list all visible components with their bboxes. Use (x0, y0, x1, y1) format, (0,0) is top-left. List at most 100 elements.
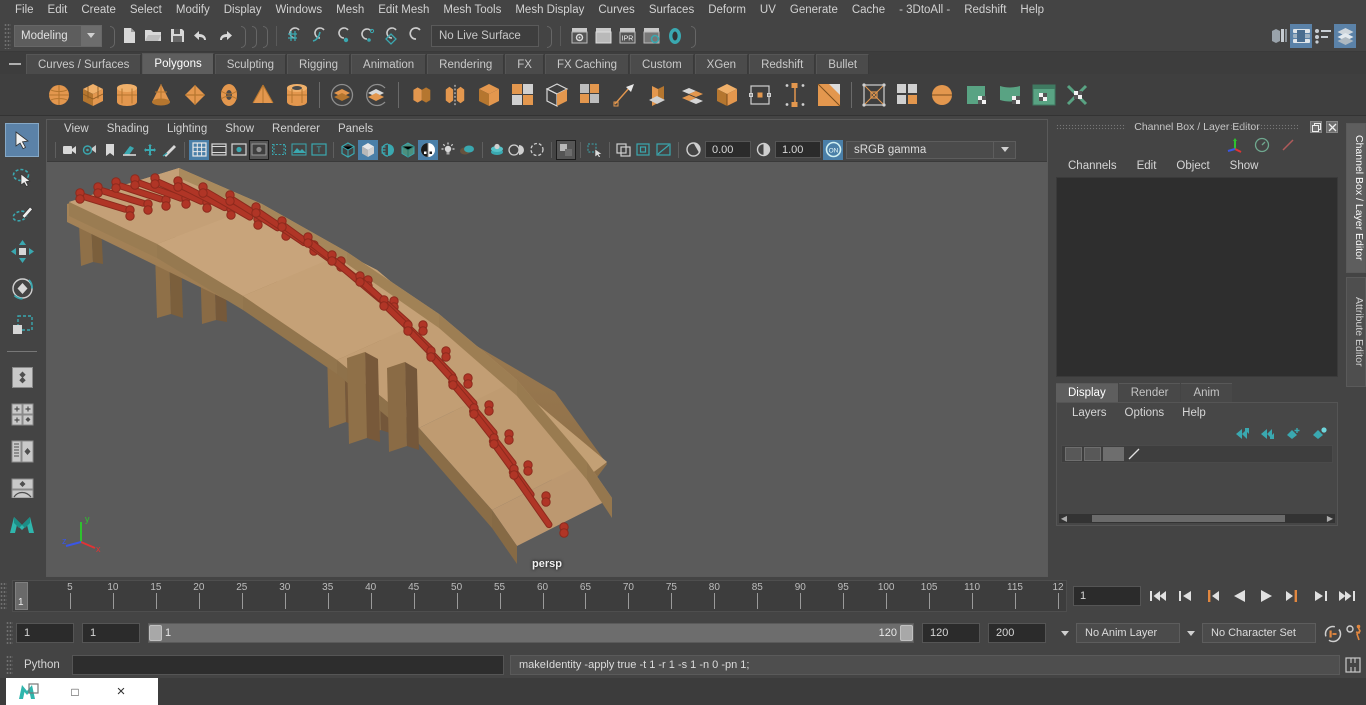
four-view-layout[interactable] (5, 397, 39, 431)
snap-to-curve-icon[interactable] (307, 24, 331, 48)
snap-to-view-plane-icon[interactable] (379, 24, 403, 48)
layer-playback-toggle[interactable] (1084, 447, 1101, 461)
menu-help[interactable]: Help (1013, 1, 1051, 19)
use-all-lights-icon[interactable] (438, 140, 458, 160)
insert-edge-loop-icon[interactable] (608, 78, 642, 112)
anim-layer-dropdown-arrow[interactable] (1054, 630, 1076, 636)
undock-panel-icon[interactable] (1310, 121, 1322, 133)
smooth-icon[interactable] (540, 78, 574, 112)
menu-set-selector[interactable]: Modeling (14, 24, 102, 47)
move-layer-down-icon[interactable] (1260, 427, 1275, 440)
layer-row[interactable] (1061, 445, 1333, 463)
open-scene-icon[interactable] (141, 24, 165, 48)
layer-editor-menu-options[interactable]: Options (1116, 407, 1174, 419)
layer-list-scrollbar[interactable]: ◀ ▶ (1059, 514, 1335, 523)
time-slider-track[interactable]: 1 5 10 15 20 25 30 35 40 45 50 55 60 65 70 75 80 85 90 95 1… (12, 580, 1067, 612)
app-icon[interactable] (6, 678, 52, 705)
xray-toggle-icon[interactable]: T (309, 140, 329, 160)
separate-icon[interactable] (438, 78, 472, 112)
paint-select-tool[interactable] (5, 197, 39, 231)
anim-layer-field[interactable]: No Anim Layer (1076, 623, 1180, 643)
exposure-adjust-icon[interactable] (683, 140, 703, 160)
polygon-pyramid-icon[interactable] (246, 78, 280, 112)
slash-icon[interactable] (1280, 137, 1296, 153)
offset-edge-loop-icon[interactable] (642, 78, 676, 112)
layer-editor-tab-anim[interactable]: Anim (1181, 383, 1232, 402)
lasso-select-tool[interactable] (5, 160, 39, 194)
menu-mesh-tools[interactable]: Mesh Tools (436, 1, 508, 19)
viewport-menu-panels[interactable]: Panels (329, 123, 382, 135)
shelf-tab-rigging[interactable]: Rigging (287, 54, 351, 74)
menu-file[interactable]: File (8, 1, 41, 19)
extrude-icon[interactable] (472, 78, 506, 112)
go-to-end-icon[interactable] (1336, 585, 1358, 607)
image-plane-icon[interactable] (120, 140, 140, 160)
command-input-field[interactable] (72, 655, 504, 675)
scale-tool[interactable] (5, 308, 39, 342)
isolate-select-icon[interactable] (585, 140, 605, 160)
command-line-drag-handle[interactable] (6, 655, 13, 675)
step-back-keyframe-icon[interactable] (1174, 585, 1196, 607)
redo-icon[interactable] (213, 24, 237, 48)
rotate-tool[interactable] (5, 271, 39, 305)
live-surface-field[interactable]: No Live Surface (431, 24, 539, 47)
motion-blur-icon[interactable] (507, 140, 527, 160)
shadows-icon[interactable] (458, 140, 478, 160)
play-forwards-icon[interactable] (1255, 585, 1277, 607)
uv-planar-map-icon[interactable] (857, 78, 891, 112)
save-scene-icon[interactable] (165, 24, 189, 48)
close-panel-icon[interactable] (1326, 121, 1338, 133)
multisample-aa-icon[interactable] (527, 140, 547, 160)
step-back-frame-icon[interactable] (1201, 585, 1223, 607)
snap-to-projected-center-icon[interactable] (355, 24, 379, 48)
viewport-3d-canvas[interactable]: y x z persp (47, 162, 1047, 576)
dock-tab-attribute-editor[interactable]: Attribute Editor (1346, 277, 1366, 387)
animation-end-field[interactable]: 200 (988, 623, 1046, 643)
channel-box-menu-object[interactable]: Object (1166, 160, 1219, 172)
merge-icon[interactable] (676, 78, 710, 112)
step-forward-keyframe-icon[interactable] (1309, 585, 1331, 607)
texture-display-icon[interactable] (418, 139, 438, 160)
gate-mask-icon[interactable] (249, 139, 269, 160)
exposure-value-field[interactable]: 0.00 (705, 141, 751, 158)
new-layer-icon[interactable] (1285, 427, 1301, 440)
range-left-handle[interactable] (149, 625, 162, 641)
menu-mesh-display[interactable]: Mesh Display (508, 1, 591, 19)
step-forward-frame-icon[interactable] (1282, 585, 1304, 607)
menu-uv[interactable]: UV (753, 1, 783, 19)
fill-hole-icon[interactable] (778, 78, 812, 112)
color-space-dropdown-arrow[interactable] (994, 140, 1016, 159)
show-hide-modeling-toolkit-icon[interactable] (1268, 24, 1290, 48)
viewport-menu-show[interactable]: Show (216, 123, 263, 135)
gamma-value-field[interactable]: 1.00 (775, 141, 821, 158)
range-slider-drag-handle[interactable] (6, 621, 13, 645)
polygon-pipe-icon[interactable] (280, 78, 314, 112)
channel-box-menu-channels[interactable]: Channels (1058, 160, 1127, 172)
single-perspective-view-layout[interactable] (5, 360, 39, 394)
multi-cut-icon[interactable] (574, 78, 608, 112)
render-sequence-icon[interactable] (591, 24, 615, 48)
two-d-pan-zoom-icon[interactable] (140, 140, 160, 160)
move-tool[interactable] (5, 234, 39, 268)
viewport-menu-renderer[interactable]: Renderer (263, 123, 329, 135)
layer-editor-menu-help[interactable]: Help (1173, 407, 1215, 419)
snap-to-point-icon[interactable] (331, 24, 355, 48)
shelf-menu-icon[interactable] (4, 54, 26, 74)
render-current-frame-icon[interactable] (567, 24, 591, 48)
color-management-toggle-icon[interactable]: ON (823, 139, 843, 160)
menu-curves[interactable]: Curves (591, 1, 641, 19)
menu-edit[interactable]: Edit (41, 1, 75, 19)
command-language-label[interactable]: Python (16, 659, 72, 671)
shelf-tab-custom[interactable]: Custom (630, 54, 694, 74)
channel-box-content[interactable] (1056, 177, 1338, 377)
channel-box-menu-edit[interactable]: Edit (1127, 160, 1167, 172)
camera-attributes-icon[interactable] (80, 140, 100, 160)
ipr-render-icon[interactable]: IPR (615, 24, 639, 48)
undo-icon[interactable] (189, 24, 213, 48)
uv-automatic-map-icon[interactable] (959, 78, 993, 112)
polygon-cube-icon[interactable] (76, 78, 110, 112)
character-set-field[interactable]: No Character Set (1202, 623, 1316, 643)
range-bar[interactable]: 1 120 (148, 623, 914, 643)
shelf-tab-bullet[interactable]: Bullet (816, 54, 870, 74)
range-start-field[interactable]: 1 (82, 623, 140, 643)
